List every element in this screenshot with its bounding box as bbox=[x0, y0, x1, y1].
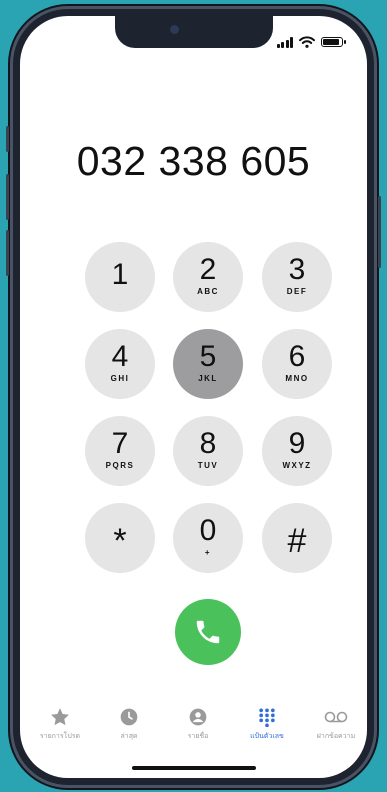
tab-favorites[interactable]: รายการโปรด bbox=[30, 706, 90, 742]
voicemail-icon bbox=[324, 711, 348, 723]
contact-icon bbox=[189, 708, 207, 726]
keypad-icon bbox=[259, 708, 275, 727]
key-8[interactable]: 8 TUV bbox=[173, 416, 243, 486]
volume-up-button bbox=[6, 174, 9, 220]
status-bar bbox=[276, 36, 346, 48]
tab-voicemail[interactable]: ฝากข้อความ bbox=[306, 706, 366, 742]
key-letters: JKL bbox=[198, 373, 218, 383]
key-digit: 4 bbox=[111, 339, 129, 373]
key-1[interactable]: 1 bbox=[85, 242, 155, 312]
key-digit: 6 bbox=[288, 339, 306, 373]
call-button[interactable] bbox=[175, 599, 241, 665]
key-4[interactable]: 4 GHI bbox=[85, 329, 155, 399]
tab-recents[interactable]: ล่าสุด bbox=[99, 706, 159, 742]
key-letters: GHI bbox=[110, 373, 130, 383]
key-letters: PQRS bbox=[105, 460, 135, 470]
key-digit: 0 bbox=[199, 513, 217, 547]
mute-switch bbox=[6, 126, 9, 152]
key-2[interactable]: 2 ABC bbox=[173, 242, 243, 312]
dialed-number: 032 338 605 bbox=[76, 138, 311, 184]
key-7[interactable]: 7 PQRS bbox=[85, 416, 155, 486]
key-digit: 1 bbox=[111, 258, 129, 291]
key-digit: 8 bbox=[199, 426, 217, 460]
power-button bbox=[378, 196, 381, 268]
key-digit: 5 bbox=[199, 339, 217, 373]
star-icon bbox=[51, 708, 69, 726]
tab-keypad[interactable]: แป้นตัวเลข bbox=[237, 706, 297, 742]
key-digit: # bbox=[287, 522, 307, 560]
key-digit: 7 bbox=[111, 426, 129, 460]
phone-icon bbox=[196, 620, 220, 644]
key-6[interactable]: 6 MNO bbox=[262, 329, 332, 399]
key-letters: TUV bbox=[197, 460, 219, 470]
key-digit: 2 bbox=[199, 252, 217, 286]
key-letters: + bbox=[204, 547, 212, 557]
volume-down-button bbox=[6, 230, 9, 276]
wifi-icon bbox=[299, 36, 315, 48]
key-hash[interactable]: # bbox=[262, 503, 332, 573]
key-letters: WXYZ bbox=[282, 460, 312, 470]
key-9[interactable]: 9 WXYZ bbox=[262, 416, 332, 486]
battery-icon bbox=[321, 37, 346, 47]
key-digit: 3 bbox=[288, 252, 306, 286]
home-indicator[interactable] bbox=[131, 766, 256, 770]
notch bbox=[114, 16, 273, 48]
key-star[interactable]: * bbox=[85, 503, 155, 573]
signal-bars-icon bbox=[276, 36, 293, 48]
key-letters: ABC bbox=[197, 286, 219, 296]
key-digit: 9 bbox=[288, 426, 306, 460]
front-camera bbox=[169, 25, 179, 34]
clock-icon bbox=[120, 708, 138, 726]
key-5[interactable]: 5 JKL bbox=[173, 329, 243, 399]
tab-bar: รายการโปรด ล่าสุด รายชื่อ แป้นตัวเลข ฝาก… bbox=[20, 706, 367, 756]
key-3[interactable]: 3 DEF bbox=[262, 242, 332, 312]
key-digit: * bbox=[113, 522, 127, 560]
phone-screen: 032 338 605 1 2 ABC 3 DEF 4 GHI 5 JKL 6 MNO 7 PQRS 8 T… bbox=[20, 16, 367, 778]
tab-contacts[interactable]: รายชื่อ bbox=[168, 706, 228, 742]
key-0[interactable]: 0 + bbox=[173, 503, 243, 573]
key-letters: MNO bbox=[285, 373, 309, 383]
phone-frame: 032 338 605 1 2 ABC 3 DEF 4 GHI 5 JKL 6 MNO 7 PQRS 8 T… bbox=[6, 6, 381, 788]
key-letters: DEF bbox=[286, 286, 308, 296]
